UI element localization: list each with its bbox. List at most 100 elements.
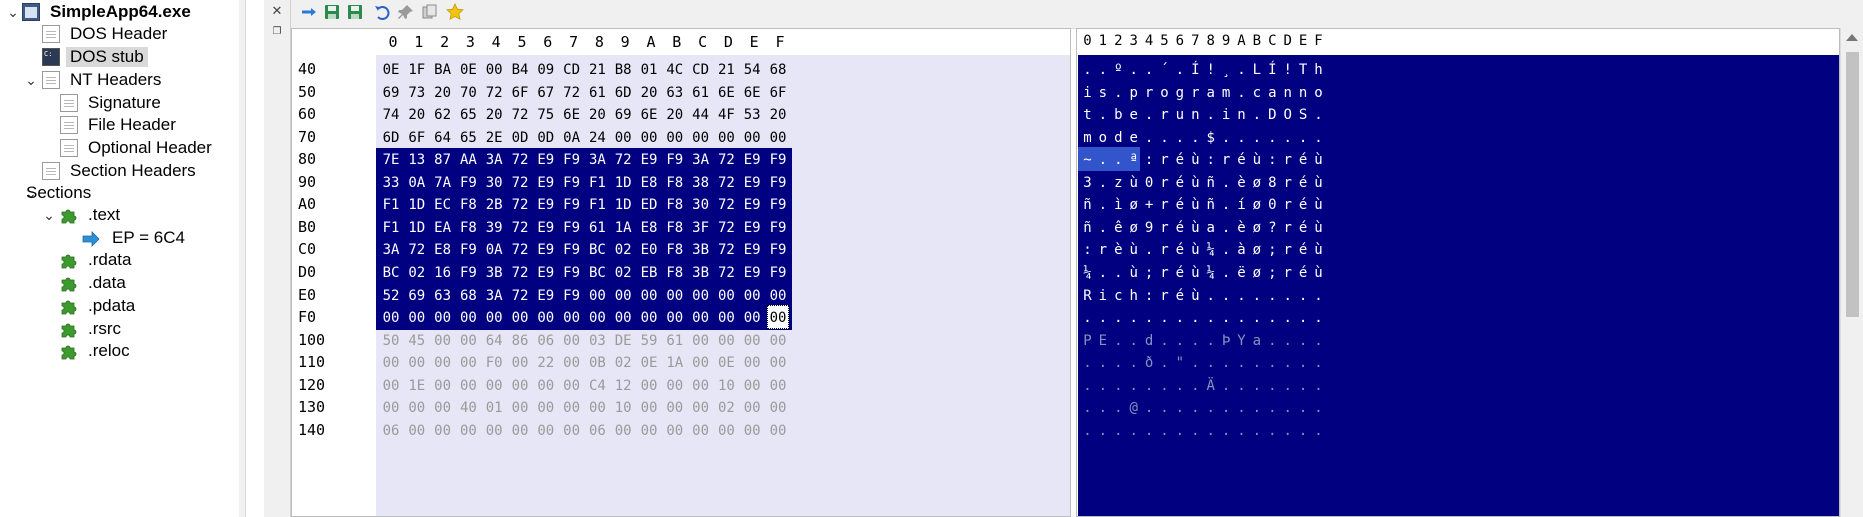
hex-row-address: C0: [298, 240, 317, 259]
puzzle-section-icon: [60, 206, 78, 224]
go-to-offset-button[interactable]: [298, 4, 320, 24]
hex-column-header: 4: [491, 33, 501, 51]
hex-byte[interactable]: 00: [481, 418, 507, 444]
tree-item-label: SimpleApp64.exe: [50, 2, 191, 21]
puzzle-section-icon: [60, 251, 78, 269]
restore-icon[interactable]: ❐: [268, 22, 286, 40]
hex-row-address: 60: [298, 105, 317, 124]
document-icon: [42, 25, 60, 43]
tree-expander-chevron-icon[interactable]: ⌄: [43, 207, 55, 223]
tree-item-label: DOS Header: [70, 24, 168, 43]
hex-byte[interactable]: 00: [559, 418, 585, 444]
hex-byte[interactable]: 06: [584, 418, 610, 444]
ascii-char[interactable]: .: [1310, 418, 1327, 444]
puzzle-section-icon: [60, 297, 78, 315]
hex-byte[interactable]: 00: [739, 418, 765, 444]
hex-byte[interactable]: 00: [533, 418, 559, 444]
hex-byte[interactable]: 06: [378, 418, 404, 444]
tree-item-label: File Header: [88, 115, 176, 134]
scroll-up-arrow-icon[interactable]: [1846, 34, 1858, 41]
hex-column-header: 9: [620, 33, 630, 51]
hex-row-address: 70: [298, 127, 317, 146]
hex-byte[interactable]: 00: [688, 418, 714, 444]
ascii-view-panel[interactable]: 0 1 2 3 4 5 6 7 8 9 A B C D E F.. º.. ´. Í! ¸. L Í! Th i s. p r o g r…: [1076, 28, 1840, 517]
hex-row-address: 130: [298, 398, 326, 417]
tree-item-label: .text: [88, 205, 121, 224]
pe-structure-tree: ⌄ SimpleApp64.exe DOS Header DOS stub ⌄ NT He…: [0, 0, 240, 517]
undo-button[interactable]: [371, 4, 393, 24]
hex-row-address: 90: [298, 172, 317, 191]
undo-icon: [373, 3, 391, 26]
hex-byte[interactable]: 00: [610, 418, 636, 444]
entry-point-arrow-icon: [82, 230, 102, 247]
hex-column-header: F: [775, 33, 785, 51]
hex-column-header: 1: [414, 33, 424, 51]
tree-item-label: .reloc: [88, 341, 130, 360]
save-as-button[interactable]: [344, 4, 366, 24]
tree-expander-chevron-icon[interactable]: ⌄: [25, 72, 37, 88]
tree-item-label: DOS stub: [66, 47, 148, 67]
hex-byte[interactable]: 00: [404, 418, 430, 444]
hex-byte[interactable]: 00: [636, 418, 662, 444]
tree-item-label: .data: [88, 273, 126, 292]
document-icon: [42, 71, 60, 89]
hex-column-header: 8: [594, 33, 604, 51]
side-mini-toolbar: ✕ ❐: [264, 0, 291, 517]
hex-row-address: 50: [298, 82, 317, 101]
document-icon: [60, 94, 78, 112]
hex-column-header: 6: [543, 33, 553, 51]
hex-byte[interactable]: 00: [713, 418, 739, 444]
hex-row-address: 120: [298, 375, 326, 394]
hex-byte[interactable]: 00: [662, 418, 688, 444]
tree-item-label: .pdata: [88, 296, 136, 315]
hex-byte[interactable]: 00: [507, 418, 533, 444]
copy-button[interactable]: [419, 4, 441, 24]
hex-row-address: A0: [298, 195, 317, 214]
hex-row-address: 140: [298, 420, 326, 439]
tree-item-label: Signature: [88, 93, 161, 112]
puzzle-section-icon: [60, 274, 78, 292]
tree-item-reloc[interactable]: .reloc: [60, 338, 134, 364]
tree-item-label: Optional Header: [88, 138, 212, 157]
tree-item-label: Sections: [26, 183, 92, 202]
tree-item-label: .rdata: [88, 250, 132, 269]
bookmark-star-button[interactable]: [444, 2, 466, 26]
scroll-thumb[interactable]: [1846, 52, 1859, 317]
tree-item-label: .rsrc: [88, 319, 122, 338]
ascii-column-header: F: [1314, 33, 1323, 49]
hex-row-address: F0: [298, 308, 317, 327]
hex-column-header: 3: [465, 33, 475, 51]
document-icon: [42, 162, 60, 180]
close-icon[interactable]: ✕: [268, 2, 286, 20]
pin-button[interactable]: [395, 4, 417, 24]
hex-byte[interactable]: 00: [455, 418, 481, 444]
document-icon: [60, 116, 78, 134]
hex-byte[interactable]: 00: [765, 418, 791, 444]
document-icon: [60, 139, 78, 157]
hex-toolbar: [291, 0, 1863, 29]
save-button[interactable]: [321, 4, 343, 24]
hex-byte[interactable]: 00: [430, 418, 456, 444]
bookmark-star-icon: [446, 2, 464, 26]
hex-column-header: B: [672, 33, 682, 51]
puzzle-section-icon: [60, 320, 78, 338]
hex-column-header: 0: [388, 33, 398, 51]
hex-column-header: 7: [569, 33, 579, 51]
tree-splitter[interactable]: [239, 0, 246, 517]
hex-row-address: 40: [298, 60, 317, 78]
tree-item-label: Section Headers: [70, 161, 196, 180]
dos-console-icon: [42, 48, 60, 66]
vertical-scrollbar[interactable]: [1840, 28, 1863, 517]
pin-icon: [397, 3, 415, 26]
exe-file-icon: [22, 3, 40, 21]
hex-row-address: B0: [298, 217, 317, 236]
hex-row-address: D0: [298, 262, 317, 281]
go-to-offset-icon: [300, 3, 318, 26]
copy-icon: [421, 3, 439, 26]
hex-row-address: E0: [298, 285, 317, 304]
hex-view-panel[interactable]: 0 1 2 3 4 5 6 7 8 9 A B C D E F 40 0E 1F BA 0E 00 B4 09 CD 21 B8 01…: [291, 28, 1071, 517]
save-as-icon: [346, 3, 364, 26]
hex-column-header: D: [723, 33, 733, 51]
save-icon: [323, 3, 341, 26]
tree-expander-chevron-icon[interactable]: ⌄: [7, 4, 19, 20]
